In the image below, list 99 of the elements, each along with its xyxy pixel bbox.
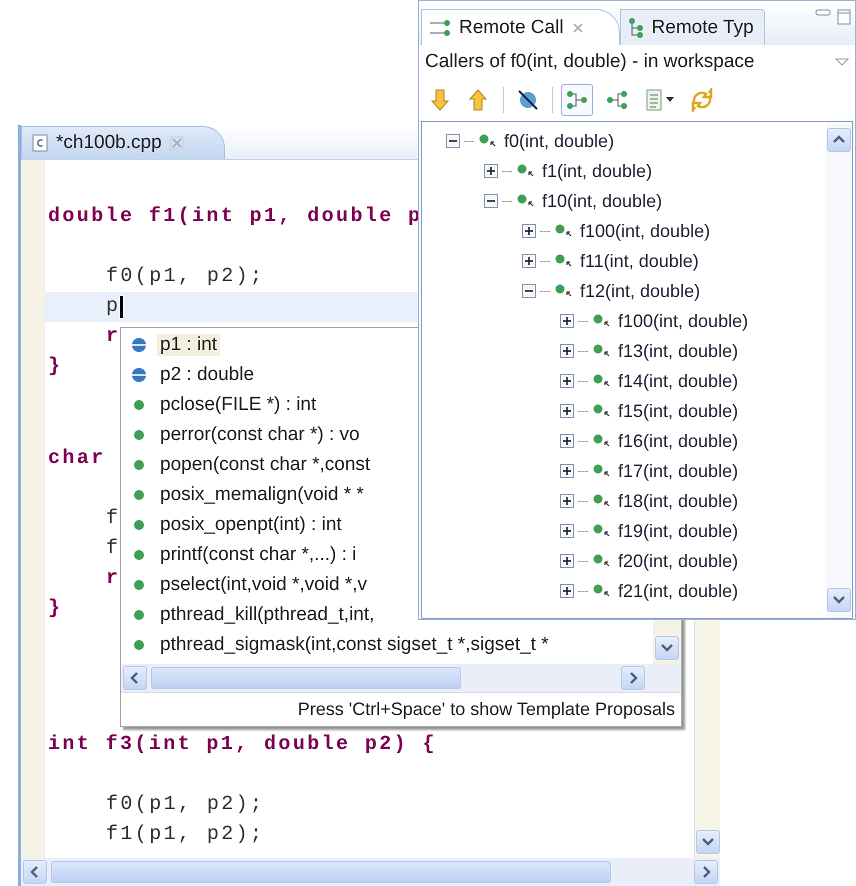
- proposal-item[interactable]: popen(const char *,const: [157, 454, 374, 476]
- hierarchy-toggle-button[interactable]: [561, 84, 593, 116]
- down-arrow-icon: [431, 88, 449, 112]
- code-line: int f3(int p1, double p2) {: [48, 732, 437, 758]
- scrollbar-thumb[interactable]: [51, 861, 611, 883]
- method-icon: [131, 577, 147, 593]
- scroll-up-button[interactable]: [827, 128, 851, 152]
- code-line: f0(p1, p2);: [106, 792, 264, 818]
- view-menu-icon[interactable]: [835, 57, 849, 67]
- scroll-left-button[interactable]: [23, 860, 47, 884]
- callee-nodes-icon: [605, 90, 629, 110]
- code-line: char: [48, 446, 106, 472]
- scroll-down-button[interactable]: [827, 588, 851, 612]
- method-icon: [131, 487, 147, 503]
- tree-nodes-icon: [626, 16, 645, 38]
- up-arrow-icon: [469, 88, 487, 112]
- view-title: Callers of f0(int, double) - in workspace: [425, 51, 754, 73]
- expand-icon[interactable]: [560, 464, 574, 478]
- expand-icon[interactable]: [522, 224, 536, 238]
- tree-item[interactable]: f1(int, double): [542, 160, 652, 182]
- tree-item[interactable]: f16(int, double): [618, 430, 738, 452]
- expand-icon[interactable]: [560, 434, 574, 448]
- code-line: }: [48, 354, 62, 380]
- tree-item[interactable]: f15(int, double): [618, 400, 738, 422]
- c-file-icon: [32, 134, 48, 152]
- proposal-item[interactable]: posix_memalign(void * *: [157, 484, 367, 506]
- tree-item[interactable]: f19(int, double): [618, 520, 738, 542]
- method-icon: [131, 457, 147, 473]
- scroll-right-button[interactable]: [694, 860, 718, 884]
- scroll-right-button[interactable]: [621, 666, 645, 690]
- method-icon: [131, 427, 147, 443]
- expand-icon[interactable]: [560, 374, 574, 388]
- caller-nodes-icon: [565, 90, 589, 110]
- method-icon: [131, 637, 147, 653]
- field-icon: [131, 337, 147, 353]
- connected-nodes-icon: [428, 18, 452, 38]
- view-tab-label: Remote Call: [459, 16, 564, 38]
- method-icon: [131, 517, 147, 533]
- proposal-item[interactable]: pthread_sigmask(int,const sigset_t *,sigset_t *: [157, 634, 552, 656]
- method-icon: [131, 397, 147, 413]
- expand-icon[interactable]: [522, 254, 536, 268]
- code-line: f1(p1, p2);: [106, 822, 264, 848]
- editor-tab-title: *ch100b.cpp: [56, 132, 162, 154]
- caret-icon: [666, 97, 674, 103]
- scroll-down-button[interactable]: [655, 636, 679, 660]
- method-icon: [131, 607, 147, 623]
- expand-icon[interactable]: [560, 554, 574, 568]
- proposal-item[interactable]: pthread_kill(pthread_t,int,: [157, 604, 378, 626]
- collapse-icon[interactable]: [484, 194, 498, 208]
- tree-item[interactable]: f0(int, double): [504, 130, 614, 152]
- method-icon: [131, 547, 147, 563]
- tree-item[interactable]: f17(int, double): [618, 460, 738, 482]
- code-line: }: [48, 596, 62, 622]
- code-line: f0(p1, p2);: [106, 264, 264, 290]
- tree-item[interactable]: f100(int, double): [618, 310, 748, 332]
- expand-icon[interactable]: [560, 314, 574, 328]
- expand-icon[interactable]: [560, 494, 574, 508]
- text-cursor: [120, 296, 124, 318]
- expand-icon[interactable]: [560, 344, 574, 358]
- view-tab[interactable]: Remote Typ: [620, 9, 765, 45]
- scroll-down-button[interactable]: [696, 830, 720, 854]
- tree-item[interactable]: f11(int, double): [580, 250, 699, 272]
- expand-icon[interactable]: [484, 164, 498, 178]
- editor-tab[interactable]: *ch100b.cpp: [21, 126, 225, 159]
- proposal-item[interactable]: posix_openpt(int) : int: [157, 514, 345, 536]
- tree-item[interactable]: f12(int, double): [580, 280, 700, 302]
- code-line: r: [106, 566, 120, 592]
- tree-item[interactable]: f18(int, double): [618, 490, 738, 512]
- collapse-icon[interactable]: [522, 284, 536, 298]
- list-icon: [645, 89, 663, 111]
- expand-icon[interactable]: [560, 524, 574, 538]
- hint-text: Press 'Ctrl+Space' to show Template Proposals: [298, 699, 675, 720]
- tree-item[interactable]: f100(int, double): [580, 220, 710, 242]
- tree-item[interactable]: f20(int, double): [618, 550, 738, 572]
- code-line: f: [106, 536, 120, 562]
- code-line: f: [106, 506, 120, 532]
- view-tab[interactable]: Remote Call: [421, 9, 620, 45]
- tree-item[interactable]: f13(int, double): [618, 340, 738, 362]
- code-line: p: [106, 294, 120, 320]
- tree-item[interactable]: f10(int, double): [542, 190, 662, 212]
- refresh-icon: [690, 88, 714, 112]
- proposal-item[interactable]: p1 : int: [157, 334, 220, 356]
- scrollbar-thumb[interactable]: [151, 667, 461, 689]
- view-tab-label: Remote Typ: [652, 16, 754, 38]
- expand-icon[interactable]: [560, 404, 574, 418]
- crossed-circle-icon: [516, 88, 540, 112]
- tree-item[interactable]: f14(int, double): [618, 370, 738, 392]
- proposal-item[interactable]: pclose(FILE *) : int: [157, 394, 320, 416]
- expand-icon[interactable]: [560, 584, 574, 598]
- proposal-item[interactable]: printf(const char *,...) : i: [157, 544, 360, 566]
- code-line: r: [106, 324, 120, 350]
- tree-item[interactable]: f21(int, double): [618, 580, 738, 602]
- collapse-icon[interactable]: [446, 134, 460, 148]
- proposal-item[interactable]: p2 : double: [157, 364, 258, 386]
- scroll-left-button[interactable]: [123, 666, 147, 690]
- proposal-item[interactable]: pselect(int,void *,void *,v: [157, 574, 370, 596]
- proposal-item[interactable]: perror(const char *) : vo: [157, 424, 363, 446]
- maximize-icon[interactable]: [837, 9, 851, 25]
- field-icon: [131, 367, 147, 383]
